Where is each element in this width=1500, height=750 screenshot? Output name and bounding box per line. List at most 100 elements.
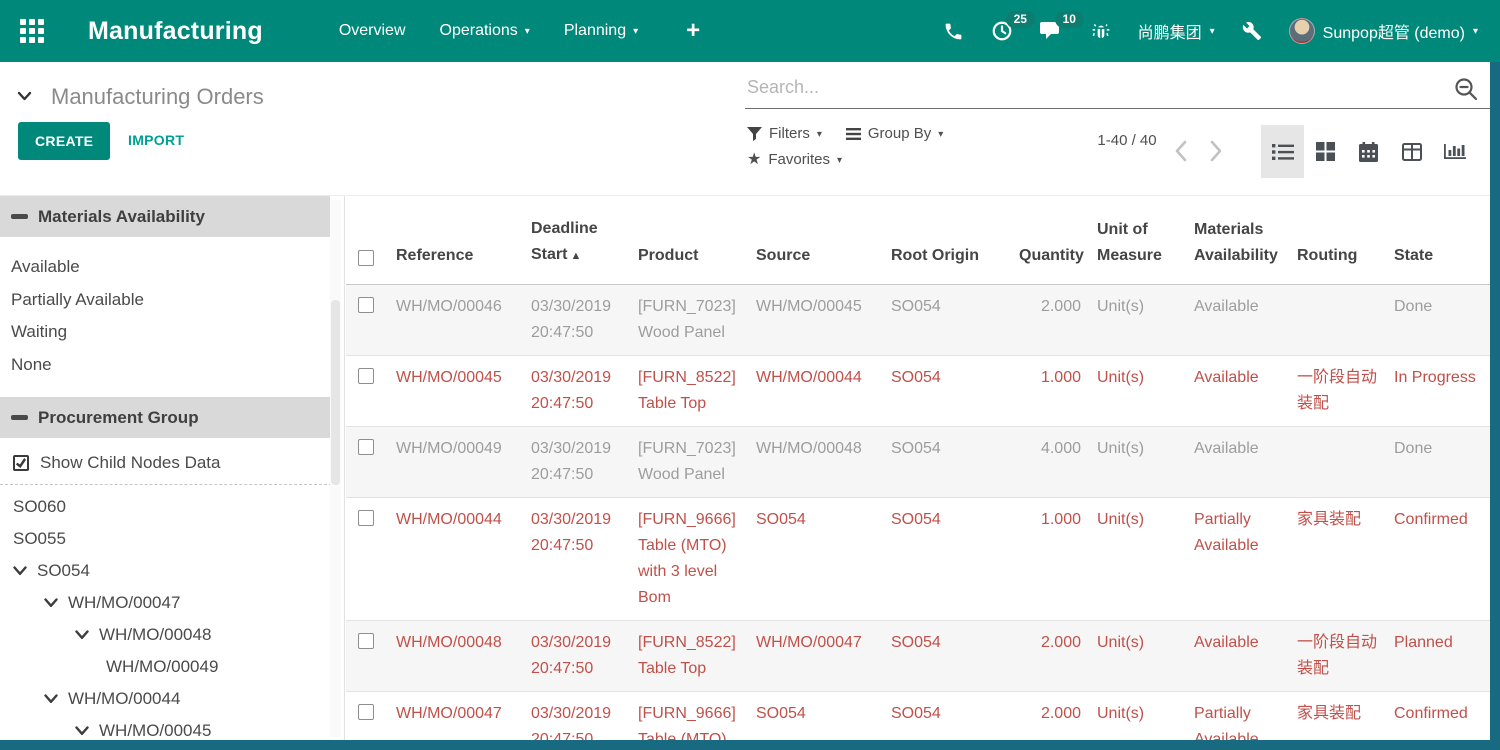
search-options-icon[interactable] — [1453, 76, 1479, 107]
cell-routing — [1289, 284, 1386, 355]
horizontal-scrollbar[interactable] — [0, 740, 1500, 750]
chevron-down-icon[interactable] — [75, 726, 89, 736]
tree-item[interactable]: SO055 — [0, 523, 344, 555]
row-checkbox[interactable] — [358, 368, 374, 384]
tree-item[interactable]: WH/MO/00049 — [0, 651, 344, 683]
kanban-view-button[interactable] — [1304, 125, 1347, 178]
column-header-state[interactable]: State — [1386, 196, 1490, 284]
filter-item[interactable]: Available — [11, 251, 344, 284]
row-checkbox[interactable] — [358, 510, 374, 526]
column-header-uom[interactable]: Unit of Measure — [1089, 196, 1186, 284]
cell-state: In Progress — [1386, 355, 1490, 426]
chevron-down-icon: ▾ — [1473, 27, 1478, 37]
menu-planning[interactable]: Planning▾ — [564, 22, 638, 40]
favorites-button[interactable]: ★ Favorites▾ — [747, 151, 842, 168]
table-row[interactable]: WH/MO/0004403/30/2019 20:47:50[FURN_9666… — [346, 497, 1490, 620]
table-row[interactable]: WH/MO/0004703/30/2019 20:47:50[FURN_9666… — [346, 691, 1490, 740]
cell-availability: Partially Available — [1186, 691, 1289, 740]
availability-group-header[interactable]: Materials Availability — [0, 196, 330, 237]
row-checkbox[interactable] — [358, 633, 374, 649]
filters-button[interactable]: Filters▾ — [747, 125, 822, 142]
sidebar-scrollbar-thumb[interactable] — [331, 300, 340, 485]
quick-create-button[interactable]: + — [686, 19, 700, 43]
company-switcher[interactable]: 尚鹏集团▾ — [1138, 19, 1215, 43]
cell-root_origin: SO054 — [883, 355, 1011, 426]
column-header-source[interactable]: Source — [748, 196, 883, 284]
column-header-quantity[interactable]: Quantity — [1011, 196, 1089, 284]
cell-routing: 家具装配 — [1289, 691, 1386, 740]
chevron-down-icon[interactable] — [44, 598, 58, 608]
calendar-view-button[interactable] — [1347, 125, 1390, 178]
column-header-product[interactable]: Product — [630, 196, 748, 284]
filter-item[interactable]: Partially Available — [11, 284, 344, 317]
table-row[interactable]: WH/MO/0004603/30/2019 20:47:50[FURN_7023… — [346, 284, 1490, 355]
pager-next-button[interactable] — [1210, 140, 1223, 167]
chevron-down-icon[interactable] — [13, 566, 27, 576]
chevron-down-icon[interactable] — [44, 694, 58, 704]
cell-quantity: 2.000 — [1011, 691, 1089, 740]
row-checkbox[interactable] — [358, 704, 374, 720]
messages-chat-icon[interactable]: 10 — [1040, 20, 1064, 42]
table-row[interactable]: WH/MO/0004803/30/2019 20:47:50[FURN_8522… — [346, 620, 1490, 691]
column-header-routing[interactable]: Routing — [1289, 196, 1386, 284]
sidebar-scrollbar[interactable] — [330, 200, 341, 737]
app-title[interactable]: Manufacturing — [88, 17, 263, 46]
vertical-scrollbar[interactable] — [1490, 62, 1500, 750]
cell-root_origin: SO054 — [883, 620, 1011, 691]
tree-item-label: WH/MO/00045 — [99, 715, 211, 740]
procurement-group-title: Procurement Group — [38, 408, 199, 428]
filter-item[interactable]: Waiting — [11, 316, 344, 349]
cell-source: WH/MO/00044 — [748, 355, 883, 426]
apps-menu-icon[interactable] — [20, 19, 44, 43]
tree-item[interactable]: WH/MO/00045 — [0, 715, 344, 740]
column-header-deadline[interactable]: Deadline Start ▲ — [523, 196, 630, 284]
bug-icon[interactable] — [1091, 21, 1111, 42]
pager-previous-button[interactable] — [1174, 140, 1187, 167]
collapse-minus-icon[interactable] — [11, 415, 28, 420]
group-by-button[interactable]: Group By▾ — [846, 125, 943, 142]
search-input[interactable] — [745, 76, 1435, 99]
show-child-nodes-checkbox[interactable] — [13, 455, 29, 471]
tree-item[interactable]: WH/MO/00048 — [0, 619, 344, 651]
select-all-checkbox[interactable] — [358, 250, 374, 266]
cell-product: [FURN_8522] Table Top — [630, 620, 748, 691]
filter-item[interactable]: None — [11, 349, 344, 382]
list-view-button[interactable] — [1261, 125, 1304, 178]
table-row[interactable]: WH/MO/0004903/30/2019 20:47:50[FURN_7023… — [346, 426, 1490, 497]
tree-item[interactable]: SO054 — [0, 555, 344, 587]
menu-overview[interactable]: Overview — [339, 22, 406, 40]
procurement-group-header[interactable]: Procurement Group — [0, 397, 330, 438]
tree-item[interactable]: SO060 — [0, 491, 344, 523]
tree-item[interactable]: WH/MO/00044 — [0, 683, 344, 715]
column-header-reference[interactable]: Reference — [388, 196, 523, 284]
chevron-down-icon[interactable] — [75, 630, 89, 640]
calendar-view-icon — [1359, 142, 1378, 162]
graph-view-button[interactable] — [1433, 125, 1476, 178]
collapse-minus-icon[interactable] — [11, 214, 28, 219]
cell-routing: 家具装配 — [1289, 497, 1386, 620]
cell-state: Confirmed — [1386, 691, 1490, 740]
pivot-view-button[interactable] — [1390, 125, 1433, 178]
tools-wrench-icon[interactable] — [1242, 21, 1262, 41]
search-underline — [745, 108, 1490, 109]
table-row[interactable]: WH/MO/0004503/30/2019 20:47:50[FURN_8522… — [346, 355, 1490, 426]
column-header-availability[interactable]: Materials Availability — [1186, 196, 1289, 284]
action-menu-chevron-icon[interactable] — [17, 88, 32, 106]
menu-operations[interactable]: Operations▾ — [440, 22, 530, 40]
show-child-nodes-row[interactable]: Show Child Nodes Data — [13, 453, 344, 473]
create-button[interactable]: CREATE — [18, 122, 110, 160]
activities-clock-icon[interactable]: 25 — [991, 20, 1013, 42]
phone-icon[interactable] — [943, 21, 964, 42]
row-checkbox[interactable] — [358, 297, 374, 313]
tree-item[interactable]: WH/MO/00047 — [0, 587, 344, 619]
cell-quantity: 4.000 — [1011, 426, 1089, 497]
import-button[interactable]: IMPORT — [128, 132, 184, 148]
show-child-nodes-label: Show Child Nodes Data — [40, 453, 220, 473]
cell-product: [FURN_9666] Table (MTO) with 3 level Bom — [630, 691, 748, 740]
column-header-root_origin[interactable]: Root Origin — [883, 196, 1011, 284]
chevron-down-icon: ▾ — [633, 27, 638, 37]
user-menu[interactable]: Sunpop超管 (demo)▾ — [1289, 18, 1478, 44]
group-by-bars-icon — [846, 128, 861, 140]
row-checkbox[interactable] — [358, 439, 374, 455]
availability-filter-list: AvailablePartially AvailableWaitingNone — [0, 251, 344, 381]
